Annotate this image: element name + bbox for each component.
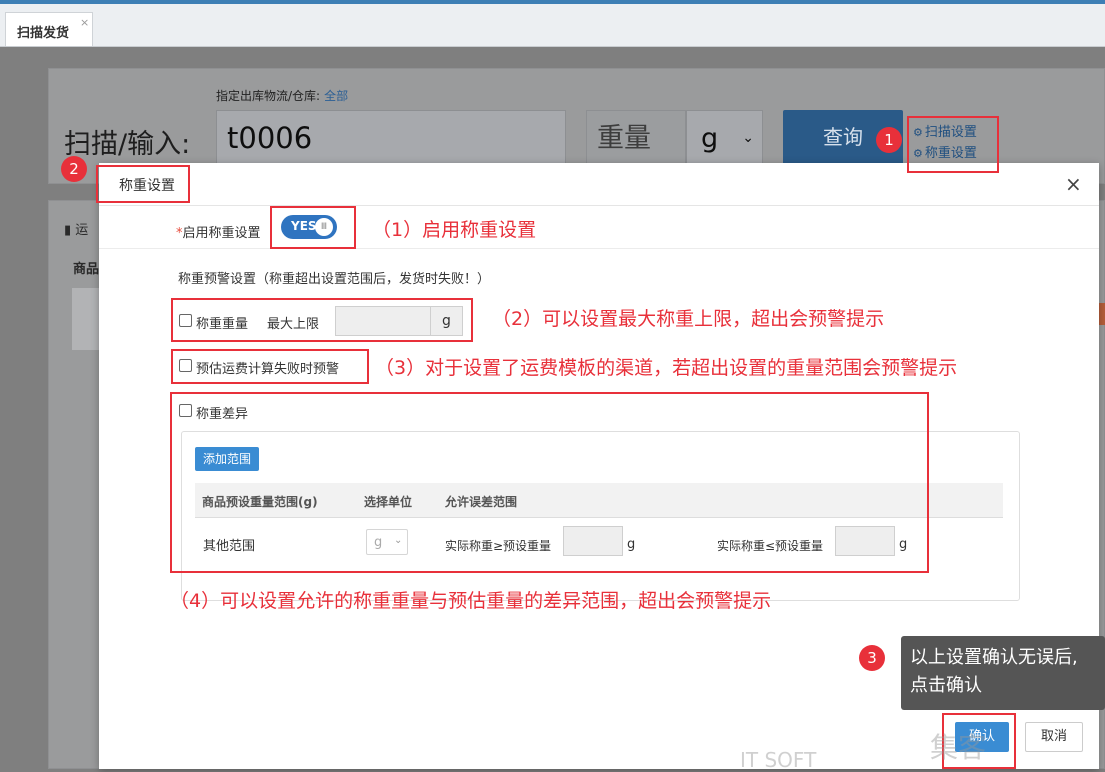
cancel-button[interactable]: 取消 (1025, 722, 1083, 752)
section-divider (99, 248, 1099, 249)
warehouse-filter: 指定出库物流/仓库: 全部 (216, 87, 348, 104)
waybill-heading: ▮ 运 (64, 219, 88, 238)
tooltip-line: 以上设置确认无误后, (910, 647, 1078, 668)
waybill-heading-text: 运 (75, 223, 89, 238)
warning-settings-label: 称重预警设置（称重超出设置范围后，发货时失败！） (178, 272, 491, 287)
chevron-down-icon: ⌄ (742, 130, 754, 146)
book-icon: ▮ (64, 223, 72, 238)
annotation-1: （1）启用称重设置 (372, 219, 537, 241)
warehouse-all-link[interactable]: 全部 (324, 89, 348, 103)
scan-input-label: 扫描/输入: (64, 129, 191, 160)
annotation-4: （4）可以设置允许的称重重量与预估重量的差异范围，超出会预警提示 (170, 590, 772, 612)
enable-weigh-label: *启用称重设置 (176, 222, 261, 241)
highlight-freight-warning (171, 349, 369, 384)
weight-unit-value: g (701, 123, 719, 154)
highlight-weigh-settings (907, 116, 999, 173)
highlight-toggle (270, 206, 356, 249)
weight-unit-select[interactable]: g ⌄ (686, 110, 763, 165)
scan-input[interactable]: t0006 (216, 110, 566, 165)
highlight-max-weight (171, 298, 473, 342)
tab-bar: 扫描发货 × (0, 4, 1105, 47)
tab-close-icon[interactable]: × (80, 16, 89, 29)
close-icon[interactable]: × (1065, 172, 1082, 196)
watermark: 集客 (930, 731, 987, 764)
step-badge-3: 3 (859, 645, 885, 671)
weight-label: 重量 (586, 110, 686, 165)
tab-label: 扫描发货 (17, 26, 70, 41)
enable-weigh-label-text: 启用称重设置 (182, 226, 261, 241)
annotation-3: （3）对于设置了运费模板的渠道，若超出设置的重量范围会预警提示 (375, 357, 958, 379)
highlight-dialog-title (96, 165, 190, 203)
confirm-tooltip: 以上设置确认无误后, 点击确认 (901, 636, 1105, 710)
annotation-2: （2）可以设置最大称重上限，超出会预警提示 (492, 308, 885, 330)
step-badge-1: 1 (876, 127, 902, 153)
watermark-secondary: IT SOFT (740, 748, 817, 772)
tab-scan-ship[interactable]: 扫描发货 × (5, 12, 93, 46)
warehouse-label: 指定出库物流/仓库: (216, 89, 321, 103)
product-thumbnail (72, 288, 102, 350)
goods-column-header: 商品 (73, 262, 100, 277)
tooltip-line: 点击确认 (910, 675, 982, 696)
step-badge-2: 2 (61, 156, 87, 182)
highlight-weight-diff (170, 392, 929, 573)
